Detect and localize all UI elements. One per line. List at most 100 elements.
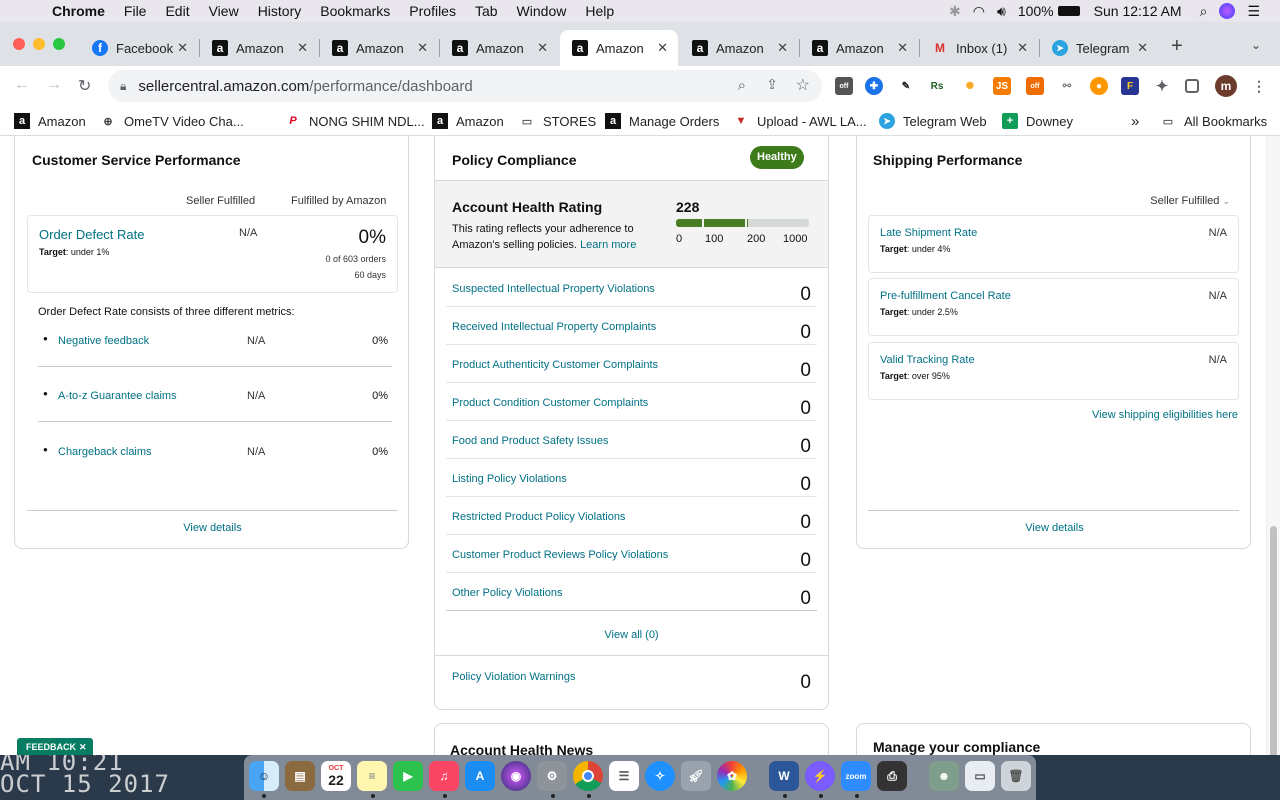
calendar-icon[interactable]: OCT 22 bbox=[321, 761, 351, 791]
side-panel-icon[interactable] bbox=[1185, 79, 1199, 93]
lock-icon[interactable]: 🔒︎ bbox=[120, 79, 126, 94]
tab-amazon[interactable]: a Amazon ✕ bbox=[800, 30, 918, 66]
policy-row-link[interactable]: Customer Product Reviews Policy Violatio… bbox=[452, 549, 668, 561]
volume-icon[interactable]: 🔊︎ bbox=[997, 3, 1006, 20]
negative-feedback-link[interactable]: Negative feedback bbox=[58, 335, 149, 347]
printer-icon[interactable]: ⎙ bbox=[877, 761, 907, 791]
policy-row-link[interactable]: Product Condition Customer Complaints bbox=[452, 397, 648, 409]
menu-history[interactable]: History bbox=[258, 3, 302, 19]
tab-facebook[interactable]: f Facebook ✕ bbox=[80, 30, 198, 66]
bookmark-manage-orders[interactable]: a Manage Orders bbox=[605, 113, 719, 129]
bookmark-upload-awl[interactable]: ▼ Upload - AWL LA... bbox=[733, 113, 867, 129]
valid-tracking-rate-link[interactable]: Valid Tracking Rate bbox=[880, 354, 975, 366]
late-shipment-rate-link[interactable]: Late Shipment Rate bbox=[880, 227, 977, 239]
learn-more-link[interactable]: Learn more bbox=[580, 239, 636, 251]
close-tab-icon[interactable]: ✕ bbox=[537, 40, 548, 56]
bookmark-amazon-2[interactable]: a Amazon bbox=[432, 113, 504, 129]
menu-view[interactable]: View bbox=[209, 3, 239, 19]
siri-icon[interactable] bbox=[1219, 3, 1236, 19]
facetime-icon[interactable]: ▶ bbox=[393, 761, 423, 791]
page-scrollbar[interactable] bbox=[1266, 136, 1280, 778]
bookmark-star-icon[interactable]: ☆ bbox=[796, 75, 810, 95]
menu-edit[interactable]: Edit bbox=[165, 3, 189, 19]
close-tab-icon[interactable]: ✕ bbox=[297, 40, 308, 56]
wifi-icon[interactable]: ◠ bbox=[973, 3, 985, 20]
close-tab-icon[interactable]: ✕ bbox=[417, 40, 428, 56]
tab-amazon[interactable]: a Amazon ✕ bbox=[680, 30, 798, 66]
bluetooth-icon[interactable]: ✱ bbox=[949, 3, 961, 20]
share-icon[interactable]: ⇪ bbox=[766, 76, 778, 93]
policy-violation-warnings-link[interactable]: Policy Violation Warnings bbox=[452, 671, 576, 683]
app-store-icon[interactable]: A bbox=[465, 761, 495, 791]
battery-icon[interactable] bbox=[1057, 6, 1080, 16]
extensions-puzzle-icon[interactable]: ✦ bbox=[1153, 77, 1171, 95]
close-window-button[interactable] bbox=[13, 38, 25, 50]
chargeback-claims-link[interactable]: Chargeback claims bbox=[58, 446, 152, 458]
trash-icon[interactable]: 🗑︎ bbox=[1001, 761, 1031, 791]
system-preferences-icon[interactable]: ⚙ bbox=[537, 761, 567, 791]
tab-amazon-active[interactable]: a Amazon ✕ bbox=[560, 30, 678, 66]
tab-amazon[interactable]: a Amazon ✕ bbox=[440, 30, 558, 66]
bookmark-amazon[interactable]: a Amazon bbox=[14, 113, 86, 129]
menubar-clock[interactable]: Sun 12:12 AM bbox=[1094, 3, 1182, 19]
zoom-window-button[interactable] bbox=[53, 38, 65, 50]
menu-file[interactable]: File bbox=[124, 3, 147, 19]
all-bookmarks-button[interactable]: ▭ All Bookmarks bbox=[1160, 113, 1267, 129]
bookmark-stores[interactable]: ▭ STORES bbox=[519, 113, 596, 129]
music-icon[interactable]: ♫ bbox=[429, 761, 459, 791]
zoom-icon[interactable]: zoom bbox=[841, 761, 871, 791]
extension-f-icon[interactable]: F bbox=[1121, 77, 1139, 95]
policy-row-link[interactable]: Suspected Intellectual Property Violatio… bbox=[452, 283, 655, 295]
forward-icon[interactable]: → bbox=[46, 76, 62, 94]
policy-row-link[interactable]: Received Intellectual Property Complaint… bbox=[452, 321, 656, 333]
tab-gmail-inbox[interactable]: M Inbox (1) ✕ bbox=[920, 30, 1038, 66]
view-details-link[interactable]: View details bbox=[857, 522, 1252, 534]
extension-pen-icon[interactable]: ✎ bbox=[897, 77, 915, 95]
policy-row-link[interactable]: Restricted Product Policy Violations bbox=[452, 511, 625, 523]
policy-row-link[interactable]: Listing Policy Violations bbox=[452, 473, 567, 485]
view-shipping-eligibilities-link[interactable]: View shipping eligibilities here bbox=[1092, 409, 1238, 421]
extension-blue-icon[interactable]: ✚ bbox=[865, 77, 883, 95]
extension-sun-icon[interactable]: ✺ bbox=[961, 77, 979, 95]
menu-tab[interactable]: Tab bbox=[475, 3, 498, 19]
bookmark-nong-shim[interactable]: P NONG SHIM NDL... bbox=[285, 113, 424, 129]
extension-off-icon[interactable]: off bbox=[835, 77, 853, 95]
finder-icon[interactable]: ☺ bbox=[249, 761, 279, 791]
notes-brown-icon[interactable]: ▤ bbox=[285, 761, 315, 791]
view-details-link[interactable]: View details bbox=[15, 522, 410, 534]
bookmark-downey[interactable]: + Downey bbox=[1002, 113, 1073, 129]
view-all-link[interactable]: View all (0) bbox=[435, 629, 828, 641]
tab-amazon[interactable]: a Amazon ✕ bbox=[320, 30, 438, 66]
extension-js-icon[interactable]: JS bbox=[993, 77, 1011, 95]
new-tab-icon[interactable]: + bbox=[1171, 35, 1183, 58]
policy-row-link[interactable]: Food and Product Safety Issues bbox=[452, 435, 609, 447]
pre-fulfillment-cancel-rate-link[interactable]: Pre-fulfillment Cancel Rate bbox=[880, 290, 1011, 302]
feedback-button[interactable]: FEEDBACK ✕ bbox=[17, 738, 93, 756]
address-bar[interactable]: 🔒︎ sellercentral.amazon.com/performance/… bbox=[108, 70, 822, 102]
menu-window[interactable]: Window bbox=[517, 3, 567, 19]
launchpad-icon[interactable]: 🚀︎ bbox=[681, 761, 711, 791]
safari-icon[interactable]: ✧ bbox=[645, 761, 675, 791]
fulfillment-filter-dropdown[interactable]: Seller Fulfilled ⌄ bbox=[1150, 195, 1230, 207]
browser-menu-icon[interactable]: ⋮ bbox=[1250, 77, 1268, 95]
bookmark-telegram-web[interactable]: ➤ Telegram Web bbox=[879, 113, 987, 129]
close-tab-icon[interactable]: ✕ bbox=[777, 40, 788, 56]
a-to-z-claims-link[interactable]: A-to-z Guarantee claims bbox=[58, 390, 177, 402]
extension-orange-icon[interactable]: ● bbox=[1090, 77, 1108, 95]
reload-icon[interactable]: ↻ bbox=[78, 76, 91, 96]
document-thumbnail-icon[interactable]: ▭ bbox=[965, 761, 995, 791]
photo-thumbnail-icon[interactable]: ☻ bbox=[929, 761, 959, 791]
policy-row-link[interactable]: Other Policy Violations bbox=[452, 587, 562, 599]
reminders-icon[interactable]: ☰ bbox=[609, 761, 639, 791]
extension-link-icon[interactable]: ⚯ bbox=[1058, 77, 1076, 95]
tab-amazon[interactable]: a Amazon ✕ bbox=[200, 30, 318, 66]
bookmark-ometv[interactable]: ⊕ OmeTV Video Cha... bbox=[100, 113, 243, 129]
menu-help[interactable]: Help bbox=[585, 3, 614, 19]
close-tab-icon[interactable]: ✕ bbox=[1137, 40, 1148, 56]
extension-rs-icon[interactable]: Rs bbox=[928, 77, 946, 95]
close-tab-icon[interactable]: ✕ bbox=[657, 40, 668, 56]
siri-dock-icon[interactable]: ◉ bbox=[501, 761, 531, 791]
tab-telegram[interactable]: ➤ Telegram ✕ bbox=[1040, 30, 1158, 66]
zoom-icon[interactable]: ⌕ bbox=[738, 77, 746, 94]
close-icon[interactable]: ✕ bbox=[79, 742, 87, 753]
